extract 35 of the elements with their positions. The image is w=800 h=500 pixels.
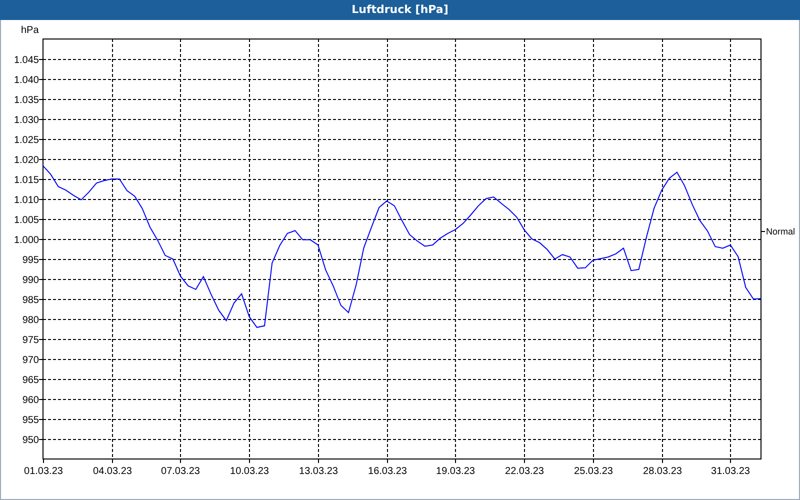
y-tick-label: 1.025 bbox=[14, 135, 39, 146]
y-tick-label: 1.040 bbox=[14, 75, 39, 86]
x-tick-label: 01.03.23 bbox=[24, 466, 63, 477]
x-tick-label: 10.03.23 bbox=[230, 466, 269, 477]
y-tick-label: 990 bbox=[22, 275, 39, 286]
y-tick-label: 950 bbox=[22, 435, 39, 446]
axis-unit-label: hPa bbox=[21, 25, 39, 36]
x-tick-label: 19.03.23 bbox=[436, 466, 475, 477]
y-tick-label: 980 bbox=[22, 315, 39, 326]
y-tick-label: 1.010 bbox=[14, 195, 39, 206]
y-tick-label: 1.035 bbox=[14, 95, 39, 106]
x-tick-label: 31.03.23 bbox=[711, 466, 750, 477]
y-tick-label: 985 bbox=[22, 295, 39, 306]
y-tick-label: 1.015 bbox=[14, 175, 39, 186]
y-tick-label: 1.005 bbox=[14, 215, 39, 226]
y-tick-label: 965 bbox=[22, 375, 39, 386]
y-tick-label: 1.000 bbox=[14, 235, 39, 246]
x-tick-label: 13.03.23 bbox=[299, 466, 338, 477]
x-tick-label: 28.03.23 bbox=[643, 466, 682, 477]
y-tick-label: 970 bbox=[22, 355, 39, 366]
y-tick-label: 995 bbox=[22, 255, 39, 266]
x-tick-label: 25.03.23 bbox=[574, 466, 613, 477]
y-tick-label: 1.020 bbox=[14, 155, 39, 166]
x-tick-label: 22.03.23 bbox=[505, 466, 544, 477]
normal-label: Normal bbox=[766, 226, 796, 236]
y-tick-label: 975 bbox=[22, 335, 39, 346]
x-tick-label: 16.03.23 bbox=[368, 466, 407, 477]
x-tick-label: 04.03.23 bbox=[93, 466, 132, 477]
y-tick-label: 960 bbox=[22, 395, 39, 406]
marker-tick bbox=[760, 231, 766, 232]
y-tick-label: 1.030 bbox=[14, 115, 39, 126]
x-tick-label: 07.03.23 bbox=[161, 466, 200, 477]
y-tick-label: 1.045 bbox=[14, 55, 39, 66]
chart-title: Luftdruck [hPa] bbox=[352, 3, 448, 16]
y-tick-label: 955 bbox=[22, 415, 39, 426]
